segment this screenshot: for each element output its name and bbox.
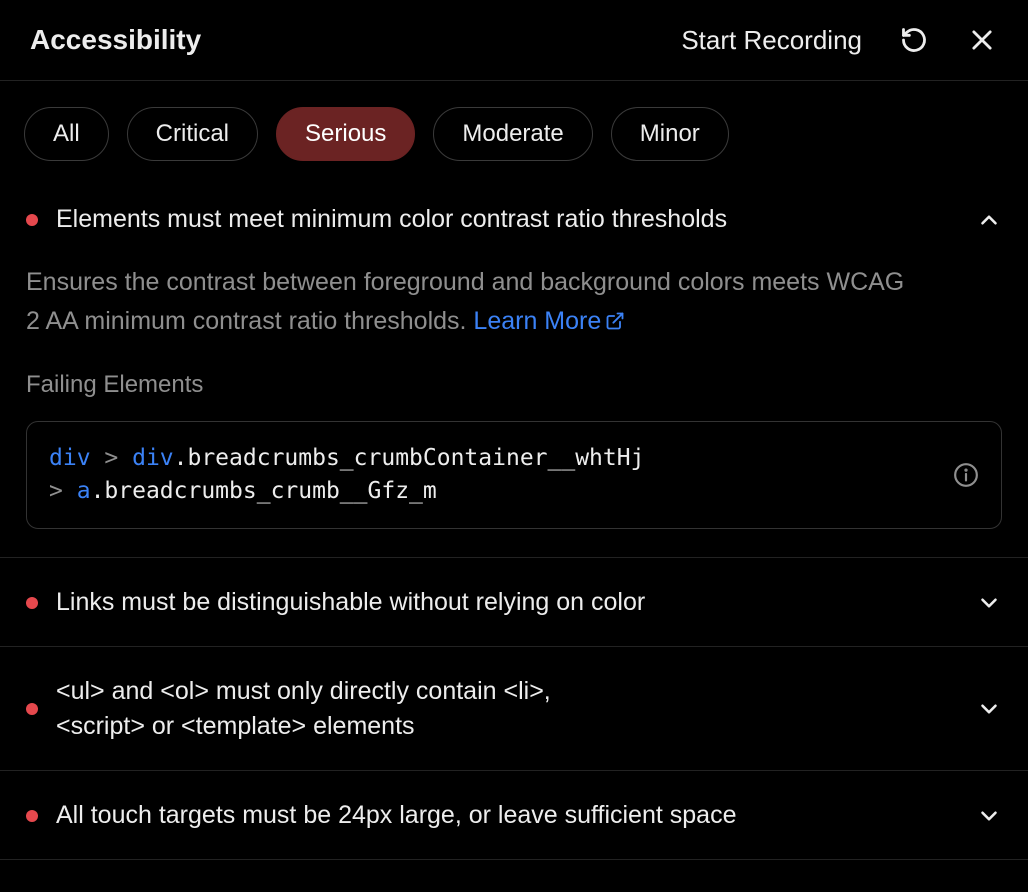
selector-token: .breadcrumbs_crumbContainer__whtHj <box>174 445 645 471</box>
issue-title: Elements must meet minimum color contras… <box>56 202 876 237</box>
selector-token: > <box>49 478 77 504</box>
start-recording-button[interactable]: Start Recording <box>681 25 862 56</box>
issue-body: Ensures the contrast between foreground … <box>0 255 1028 557</box>
selector-token: > <box>91 445 133 471</box>
external-link-icon <box>605 311 625 331</box>
issue-description-text: Ensures the contrast between foreground … <box>26 268 904 335</box>
panel-title: Accessibility <box>30 24 201 56</box>
selector-token: .breadcrumbs_crumb__Gfz_m <box>91 478 437 504</box>
issue-description: Ensures the contrast between foreground … <box>26 263 906 341</box>
severity-dot-icon <box>26 703 38 715</box>
chevron-down-icon <box>976 696 1002 722</box>
issue-item: Links must be distinguishable without re… <box>0 558 1028 647</box>
filter-all[interactable]: All <box>24 107 109 161</box>
learn-more-text: Learn More <box>473 307 601 335</box>
learn-more-link[interactable]: Learn More <box>473 307 625 335</box>
filter-critical[interactable]: Critical <box>127 107 258 161</box>
panel-header: Accessibility Start Recording <box>0 0 1028 81</box>
severity-dot-icon <box>26 597 38 609</box>
issue-item: <ul> and <ol> must only directly contain… <box>0 647 1028 771</box>
issue-header[interactable]: <ul> and <ol> must only directly contain… <box>0 648 1028 770</box>
close-icon[interactable] <box>966 24 998 56</box>
selector-code: div > div.breadcrumbs_crumbContainer__wh… <box>49 442 937 509</box>
issue-header[interactable]: All touch targets must be 24px large, or… <box>0 772 1028 859</box>
failing-element-selector[interactable]: div > div.breadcrumbs_crumbContainer__wh… <box>26 421 1002 530</box>
issue-header[interactable]: Links must be distinguishable without re… <box>0 559 1028 646</box>
filter-moderate[interactable]: Moderate <box>433 107 592 161</box>
filter-serious[interactable]: Serious <box>276 107 415 161</box>
issue-item: All touch targets must be 24px large, or… <box>0 771 1028 860</box>
severity-dot-icon <box>26 810 38 822</box>
failing-elements-label: Failing Elements <box>26 371 1002 399</box>
selector-token: div <box>49 445 91 471</box>
severity-filters: All Critical Serious Moderate Minor <box>0 81 1028 201</box>
filter-minor[interactable]: Minor <box>611 107 729 161</box>
reload-icon[interactable] <box>898 24 930 56</box>
chevron-down-icon <box>976 803 1002 829</box>
issue-title: All touch targets must be 24px large, or… <box>56 798 876 833</box>
selector-token: div <box>132 445 174 471</box>
issue-title: Links must be distinguishable without re… <box>56 585 876 620</box>
severity-dot-icon <box>26 214 38 226</box>
info-icon[interactable] <box>953 462 979 488</box>
header-actions: Start Recording <box>681 24 998 56</box>
issue-title: <ul> and <ol> must only directly contain… <box>56 674 616 744</box>
chevron-down-icon <box>976 590 1002 616</box>
selector-token: a <box>77 478 91 504</box>
issue-item: Elements must meet minimum color contras… <box>0 201 1028 558</box>
chevron-up-icon <box>976 207 1002 233</box>
issue-header[interactable]: Elements must meet minimum color contras… <box>0 202 1028 255</box>
